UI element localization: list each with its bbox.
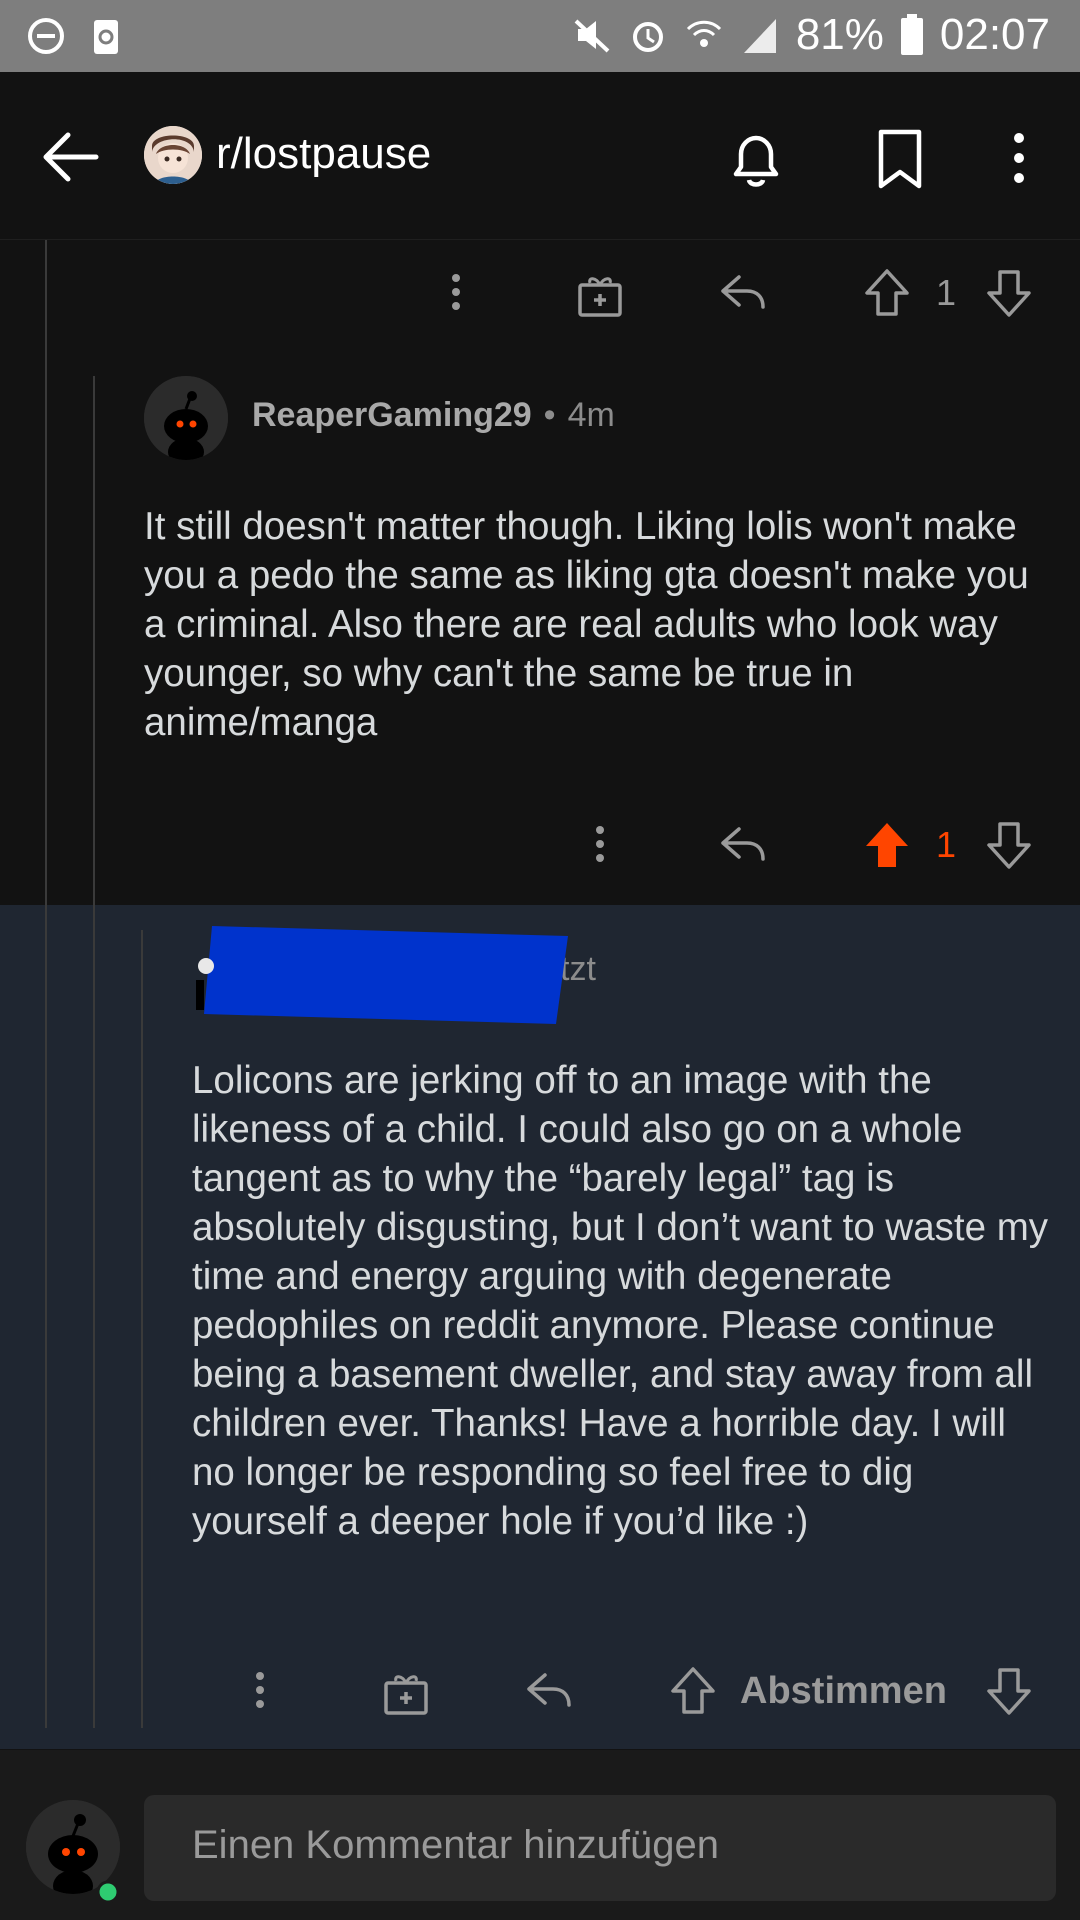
upvote-button[interactable] [862,266,912,320]
comment-body: It still doesn't matter though. Liking l… [144,505,1029,744]
reply-icon [721,827,765,861]
more-options-button[interactable] [1004,128,1034,193]
downvote-button[interactable] [984,266,1034,320]
gift-icon [384,1675,428,1715]
anime-avatar-icon [144,126,202,184]
upvote-arrow-filled-icon [866,823,908,867]
more-vertical-icon [256,1672,264,1708]
reply-icon [721,275,765,309]
award-button[interactable] [378,1666,434,1720]
reply-button[interactable] [718,820,768,870]
upvote-arrow-icon [671,1667,715,1714]
comment-author[interactable]: ReaperGaming29 [252,396,532,435]
upvote-button-active[interactable] [862,818,912,872]
arrow-left-icon [43,132,99,182]
do-not-disturb-icon [28,18,64,54]
vote-count: 1 [936,824,957,865]
reply-button[interactable] [524,1666,574,1716]
more-options-button[interactable] [580,814,620,874]
more-vertical-icon [596,826,604,862]
comment-actions: 1 [0,804,1080,884]
downvote-arrow-icon [987,1668,1031,1715]
meta-separator: • [543,396,556,434]
upvote-arrow-icon [865,269,909,316]
upvote-button[interactable] [668,1664,718,1718]
vote-count: 1 [936,272,957,313]
thread-line-level-2[interactable] [93,376,95,1728]
reply-icon [527,1673,571,1707]
gift-icon [578,277,622,317]
comment-age: 4m [567,396,615,434]
signal-icon [743,19,776,53]
parent-comment-actions: 1 [0,252,1080,332]
status-bar: 81% 02:07 [0,0,1080,72]
downvote-button[interactable] [984,1664,1034,1718]
thread-line-level-3[interactable] [141,930,143,1728]
alarm-icon [632,22,663,52]
subreddit-name[interactable]: r/lostpause [216,129,431,179]
bell-icon [733,135,779,187]
wifi-icon [686,20,721,47]
more-vertical-icon [452,274,460,310]
clock: 02:07 [939,10,1050,59]
save-post-button[interactable] [875,128,925,195]
thread-line-level-1[interactable] [45,240,47,1728]
redaction-scribble [196,926,568,1024]
comment-body: Lolicons are jerking off to an image wit… [192,1059,1049,1543]
battery-icon [900,14,923,55]
downvote-arrow-icon [987,822,1031,869]
back-button[interactable] [40,127,100,192]
subreddit-avatar[interactable] [144,126,202,184]
comment-meta: ReaperGaming29 • 4m [252,396,615,435]
more-vertical-icon [1014,133,1024,183]
comment-composer: Einen Kommentar hinzufügen [0,1750,1080,1920]
bookmark-icon [878,129,922,189]
downvote-arrow-icon [987,270,1031,317]
award-button[interactable] [572,268,628,322]
downvote-button[interactable] [984,818,1034,872]
snoo-avatar-icon [144,376,228,460]
notifications-button[interactable] [726,128,786,197]
recycle-icon [94,20,118,54]
battery-percent: 81% [795,10,884,59]
more-options-button[interactable] [240,1660,280,1720]
comment-actions: Abstimmen [0,1650,1080,1730]
vote-label: Abstimmen [740,1670,947,1712]
more-options-button[interactable] [436,262,476,322]
online-status-dot-icon [96,1880,120,1904]
avatar[interactable] [144,376,228,460]
mute-icon [574,19,610,53]
reply-button[interactable] [718,268,768,318]
comment-input[interactable]: Einen Kommentar hinzufügen [144,1795,1056,1901]
app-header: r/lostpause [0,72,1080,240]
